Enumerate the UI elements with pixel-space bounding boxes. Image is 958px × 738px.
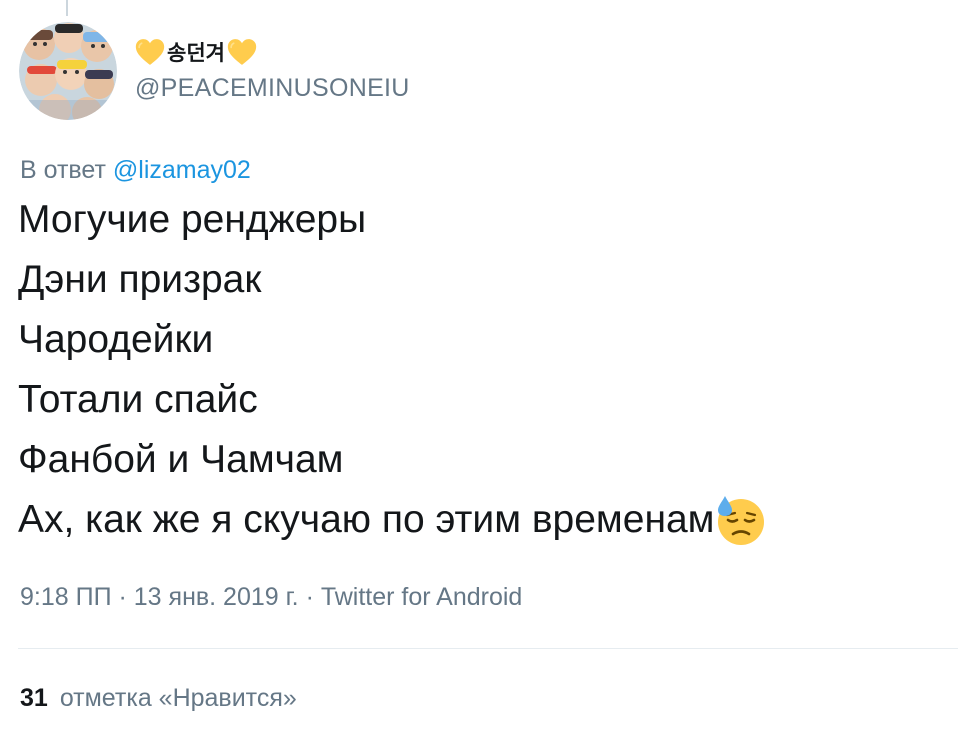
downcast-face-with-sweat-icon <box>718 496 765 545</box>
tweet-line: Фанбой и Чамчам <box>18 438 344 481</box>
avatar[interactable] <box>19 22 117 120</box>
tweet-line: Чародейки <box>18 318 214 361</box>
thread-connector-line <box>66 0 68 16</box>
tweet-line: Дэни призрак <box>18 258 262 301</box>
tweet-header: 송던겨 @PEACEMINUSONEIU <box>19 22 410 120</box>
display-name[interactable]: 송던겨 <box>135 32 410 72</box>
tweet-line: Тотали спайс <box>18 378 258 421</box>
likes-count: 31 <box>20 684 48 712</box>
meta-separator: · <box>305 583 314 611</box>
tweet-last-line: Ах, как же я скучаю по этим временам <box>18 490 766 550</box>
tweet-line: Могучие ренджеры <box>18 198 367 241</box>
reply-prefix: В ответ <box>20 156 106 184</box>
tweet-text: Могучие ренджеры Дэни призрак Чародейки … <box>18 190 766 550</box>
author-names: 송던겨 @PEACEMINUSONEIU <box>135 38 410 103</box>
tweet-line: Ах, как же я скучаю по этим временам <box>18 498 715 541</box>
reply-handle-link[interactable]: @lizamay02 <box>113 156 251 184</box>
display-name-text: 송던겨 <box>167 40 225 65</box>
meta-separator: · <box>118 583 127 611</box>
likes-label: отметка «Нравится» <box>59 684 297 712</box>
yellow-heart-icon <box>227 38 257 65</box>
yellow-heart-icon <box>135 38 165 65</box>
reply-context: В ответ @lizamay02 <box>20 156 251 185</box>
tweet-meta: 9:18 ПП · 13 янв. 2019 г. · Twitter for … <box>20 583 522 612</box>
likes-stat[interactable]: 31 отметка «Нравится» <box>20 684 297 713</box>
tweet-time[interactable]: 9:18 ПП <box>20 583 112 611</box>
divider <box>18 648 958 649</box>
tweet-date[interactable]: 13 янв. 2019 г. <box>134 583 299 611</box>
author-handle[interactable]: @PEACEMINUSONEIU <box>135 74 410 103</box>
tweet-source[interactable]: Twitter for Android <box>321 583 522 611</box>
